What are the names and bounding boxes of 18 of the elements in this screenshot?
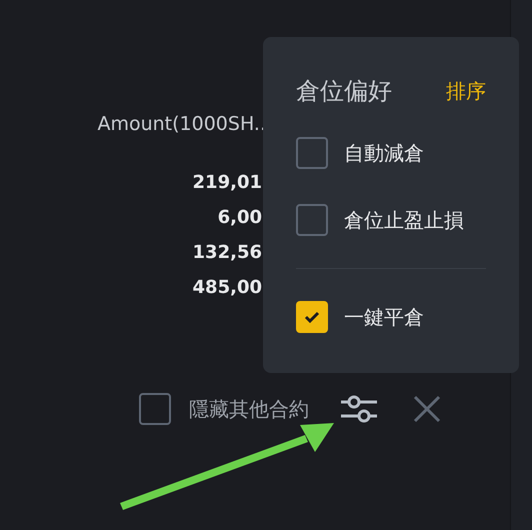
table-cell-text: 485,00 <box>192 276 262 300</box>
checkbox[interactable] <box>139 393 171 425</box>
table-cell-text: 219,01 <box>192 170 262 194</box>
checkbox[interactable] <box>296 301 328 333</box>
checkmark-icon <box>304 311 320 323</box>
checkbox[interactable] <box>296 204 328 236</box>
sort-link[interactable]: 排序 <box>446 76 486 106</box>
table-cell-text: 6,00 <box>218 206 262 230</box>
hide-other-label[interactable]: 隱藏其他合約 <box>189 394 309 424</box>
close-icon[interactable] <box>413 395 441 423</box>
popup-title: 倉位偏好 <box>296 76 392 107</box>
option-label[interactable]: 自動減倉 <box>344 138 424 168</box>
option-label[interactable]: 倉位止盈止損 <box>344 205 464 235</box>
checkbox[interactable] <box>296 137 328 169</box>
table-cell-text: 132,56 <box>192 240 262 264</box>
filter-icon[interactable] <box>341 393 377 425</box>
column-header: Amount(1000SH.. <box>97 112 266 137</box>
option-label[interactable]: 一鍵平倉 <box>344 302 424 332</box>
